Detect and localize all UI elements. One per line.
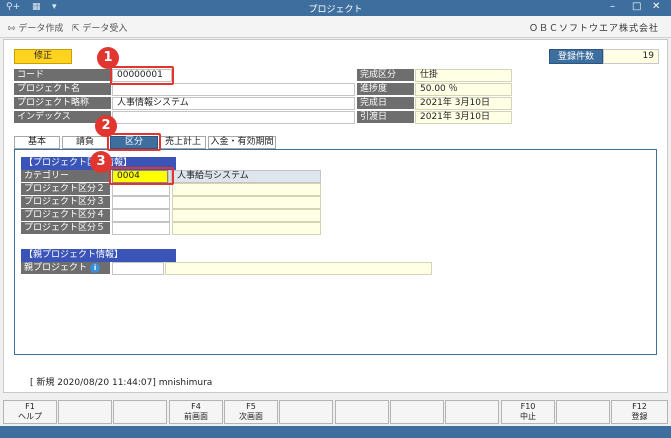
category3-label: プロジェクト区分３ <box>21 196 110 209</box>
progress-label: 進捗度 <box>357 83 414 96</box>
window-title: プロジェクト <box>308 5 363 15</box>
company-name: ＯＢＣソフトウエア株式会社 <box>528 24 659 34</box>
function-key-bar: F1 ヘルプ F4 前画面 F5 次画面 F10 中止 F12 登録 <box>3 400 668 424</box>
category2-label: プロジェクト区分２ <box>21 183 110 196</box>
project-name-label: プロジェクト名 <box>14 83 111 96</box>
category5-label: プロジェクト区分５ <box>21 222 110 235</box>
f1-help-button[interactable]: F1 ヘルプ <box>3 400 57 424</box>
category-name-value: 人事給与システム <box>172 170 321 183</box>
category5-code-input[interactable] <box>112 222 170 235</box>
fkey-label: 次画面 <box>239 412 263 421</box>
f6-button[interactable] <box>279 400 333 424</box>
fkey-code: F1 <box>25 402 35 411</box>
fkey-code: F5 <box>246 402 256 411</box>
export-label: データ作成 <box>18 24 64 34</box>
f9-button[interactable] <box>445 400 499 424</box>
category3-code-input[interactable] <box>112 196 170 209</box>
completion-date-value: 2021年 3月10日 <box>415 97 512 110</box>
tab-basic[interactable]: 基本 <box>14 136 60 149</box>
info-icon[interactable]: i <box>90 263 101 273</box>
export-button[interactable]: ⇰ データ作成 <box>8 21 63 34</box>
tab-payment-validity[interactable]: 入金・有効期間 <box>208 136 276 149</box>
category2-name-value <box>172 183 321 196</box>
completion-type-value: 仕掛 <box>415 69 512 82</box>
close-icon[interactable]: ✕ <box>652 1 660 12</box>
f12-register-button[interactable]: F12 登録 <box>611 400 668 424</box>
parent-project-code-input[interactable] <box>112 262 164 275</box>
category4-name-value <box>172 209 321 222</box>
f7-button[interactable] <box>335 400 389 424</box>
fkey-label: 中止 <box>520 412 536 421</box>
bottom-bar <box>0 426 671 438</box>
short-name-label: プロジェクト略称 <box>14 97 111 110</box>
import-button[interactable]: ⇱ データ受入 <box>72 21 127 34</box>
highlight-box-code <box>110 66 174 85</box>
tab-contract[interactable]: 請負 <box>62 136 108 149</box>
parent-project-name-value <box>165 262 432 275</box>
minimize-icon[interactable]: – <box>610 1 615 12</box>
short-name-input[interactable]: 人事情報システム <box>112 97 355 110</box>
fkey-label: 登録 <box>631 412 648 421</box>
status-line: [ 新規 2020/08/20 11:44:07] mnishimura <box>30 378 213 388</box>
category3-name-value <box>172 196 321 209</box>
maximize-icon[interactable]: □ <box>632 1 641 12</box>
parent-section-title: 【親プロジェクト情報】 <box>21 249 176 262</box>
tab-sales[interactable]: 売上計上 <box>160 136 206 149</box>
f2-button[interactable] <box>58 400 112 424</box>
title-bar: ⚲+ ▦ ▾ プロジェクト – □ ✕ <box>0 0 671 16</box>
f11-button[interactable] <box>556 400 610 424</box>
fkey-code: F12 <box>632 402 647 411</box>
mode-badge: 修正 <box>14 49 72 64</box>
fkey-label: ヘルプ <box>18 412 42 421</box>
category5-name-value <box>172 222 321 235</box>
marker-3: 3 <box>90 151 112 173</box>
highlight-box-category <box>109 167 174 185</box>
f5-next-button[interactable]: F5 次画面 <box>224 400 278 424</box>
fkey-code: F4 <box>191 402 201 411</box>
count-value: 19 <box>603 49 659 64</box>
progress-value: 50.00 ％ <box>415 83 512 96</box>
f3-button[interactable] <box>113 400 167 424</box>
export-icon: ⇰ <box>8 24 16 34</box>
index-input[interactable] <box>112 111 355 124</box>
import-icon: ⇱ <box>72 24 80 34</box>
f4-prev-button[interactable]: F4 前画面 <box>169 400 223 424</box>
count-label: 登録件数 <box>549 49 603 64</box>
category4-code-input[interactable] <box>112 209 170 222</box>
marker-1: 1 <box>97 47 119 69</box>
highlight-box-tab <box>107 133 161 151</box>
f8-button[interactable] <box>390 400 444 424</box>
parent-project-label: 親プロジェクト i <box>21 262 110 275</box>
f10-cancel-button[interactable]: F10 中止 <box>501 400 555 424</box>
import-label: データ受入 <box>82 24 128 34</box>
code-label: コード <box>14 69 111 82</box>
completion-date-label: 完成日 <box>357 97 414 110</box>
completion-type-label: 完成区分 <box>357 69 414 82</box>
delivery-date-label: 引渡日 <box>357 111 414 124</box>
delivery-date-value: 2021年 3月10日 <box>415 111 512 124</box>
parent-project-label-text: 親プロジェクト <box>24 263 88 273</box>
toolbar: ⇰ データ作成 ⇱ データ受入 ＯＢＣソフトウエア株式会社 <box>0 16 671 38</box>
fkey-label: 前画面 <box>184 412 208 421</box>
fkey-code: F10 <box>520 402 536 411</box>
marker-2: 2 <box>95 115 117 137</box>
category4-label: プロジェクト区分４ <box>21 209 110 222</box>
